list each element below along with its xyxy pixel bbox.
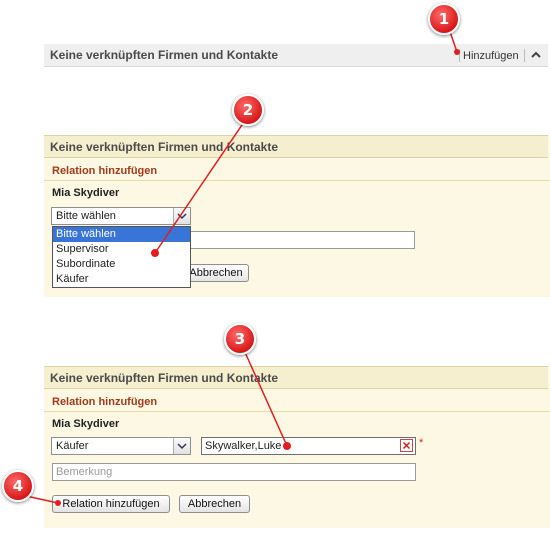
callout-pointer — [454, 49, 460, 55]
callout-badge: 1 — [428, 3, 460, 35]
callout-pointer — [283, 442, 291, 450]
callout-pointer — [55, 500, 61, 506]
callout-line — [154, 121, 245, 254]
callout-line — [25, 495, 59, 504]
callout-line — [243, 349, 288, 447]
callout-lines — [25, 25, 460, 506]
callout-badge: 3 — [224, 323, 256, 355]
callout-badge: 4 — [2, 470, 34, 502]
callout-pointer — [151, 249, 159, 257]
callout-badge: 2 — [232, 94, 264, 126]
